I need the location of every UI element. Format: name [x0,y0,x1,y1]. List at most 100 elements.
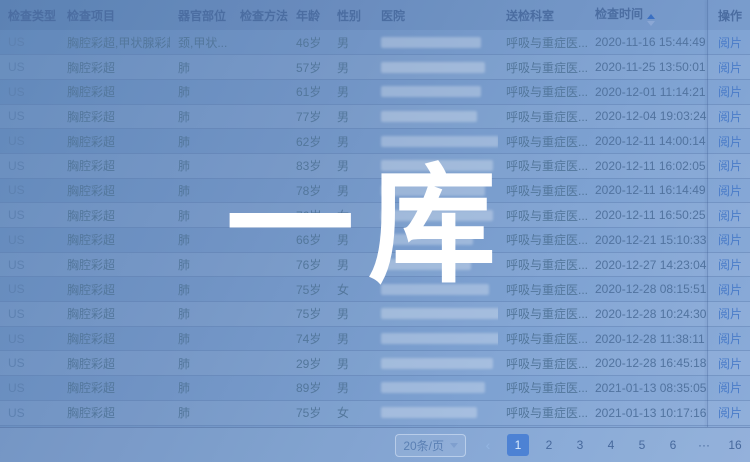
read-film-link[interactable]: 阅片 [718,233,742,247]
cell-hospital [373,153,498,178]
cell-action: 阅片 [710,30,750,55]
cell-hospital [373,129,498,154]
pager-page-1[interactable]: 1 [507,434,529,456]
page-size-select[interactable]: 20条/页 [395,434,466,457]
cell-action: 阅片 [710,55,750,80]
cell-age: 57岁 [288,55,329,80]
cell-dept: 呼吸与重症医... [498,129,587,154]
pager-page-4[interactable]: 4 [600,434,622,456]
cell-time: 2020-12-28 11:38:11 [587,326,710,351]
read-film-link[interactable]: 阅片 [718,110,742,124]
pager-more[interactable]: ··· [693,434,715,456]
cell-gender: 男 [329,351,373,376]
cell-hospital [373,400,498,425]
cell-hospital [373,178,498,203]
cell-type: US [0,129,59,154]
sort-caret-icon[interactable] [647,14,655,26]
cell-method [232,252,288,277]
cell-part: 肺 [170,400,232,425]
cell-age: 62岁 [288,129,329,154]
hospital-redacted-bar [381,333,498,344]
cell-gender: 男 [329,79,373,104]
cell-item: 胸腔彩超 [59,351,170,376]
sort-asc-icon[interactable] [647,14,655,19]
cell-dept: 呼吸与重症医... [498,55,587,80]
cell-method [232,104,288,129]
hospital-redacted-bar [381,210,493,221]
cell-method [232,376,288,401]
hospital-redacted-bar [381,234,473,245]
column-label: 送检科室 [506,9,554,23]
pager-page-2[interactable]: 2 [538,434,560,456]
column-label: 医院 [381,9,405,23]
table-row: US胸腔彩超肺76岁女呼吸与重症医...2020-12-11 16:50:25阅… [0,203,750,228]
hospital-redacted-bar [381,284,489,295]
cell-dept: 呼吸与重症医... [498,153,587,178]
read-film-link[interactable]: 阅片 [718,381,742,395]
column-label: 年龄 [296,9,320,23]
read-film-link[interactable]: 阅片 [718,209,742,223]
cell-type: US [0,153,59,178]
cell-method [232,400,288,425]
cell-gender: 男 [329,252,373,277]
read-film-link[interactable]: 阅片 [718,184,742,198]
column-header-hospital: 医院 [373,0,498,30]
read-film-link[interactable]: 阅片 [718,61,742,75]
cell-gender: 男 [329,178,373,203]
read-film-link[interactable]: 阅片 [718,85,742,99]
pager-page-5[interactable]: 5 [631,434,653,456]
cell-hospital [373,376,498,401]
cell-type: US [0,79,59,104]
cell-action: 阅片 [710,351,750,376]
read-film-link[interactable]: 阅片 [718,159,742,173]
cell-time: 2020-12-01 11:14:21 [587,79,710,104]
column-header-method: 检查方法 [232,0,288,30]
cell-action: 阅片 [710,326,750,351]
read-film-link[interactable]: 阅片 [718,357,742,371]
read-film-link[interactable]: 阅片 [718,36,742,50]
read-film-link[interactable]: 阅片 [718,332,742,346]
cell-type: US [0,400,59,425]
column-header-type: 检查类型 [0,0,59,30]
cell-part: 肺 [170,326,232,351]
hospital-redacted-bar [381,160,493,171]
cell-item: 胸腔彩超 [59,178,170,203]
cell-action: 阅片 [710,400,750,425]
column-label: 检查项目 [67,9,115,23]
pager-page-16[interactable]: 16 [724,434,746,456]
cell-dept: 呼吸与重症医... [498,351,587,376]
column-header-time[interactable]: 检查时间 [587,0,710,30]
cell-part: 肺 [170,129,232,154]
cell-dept: 呼吸与重症医... [498,277,587,302]
read-film-link[interactable]: 阅片 [718,135,742,149]
cell-dept: 呼吸与重症医... [498,79,587,104]
pager-page-6[interactable]: 6 [662,434,684,456]
cell-method [232,129,288,154]
cell-gender: 男 [329,30,373,55]
read-film-link[interactable]: 阅片 [718,258,742,272]
read-film-link[interactable]: 阅片 [718,283,742,297]
cell-method [232,178,288,203]
cell-type: US [0,178,59,203]
column-label: 检查方法 [240,9,288,23]
cell-gender: 男 [329,228,373,253]
cell-age: 61岁 [288,79,329,104]
cell-action: 阅片 [710,104,750,129]
table-row: US胸腔彩超肺74岁男呼吸与重症医...2020-12-28 11:38:11阅… [0,326,750,351]
cell-part: 肺 [170,178,232,203]
cell-method [232,228,288,253]
prev-page-button[interactable]: ‹ [478,437,498,453]
cell-dept: 呼吸与重症医... [498,252,587,277]
cell-hospital [373,55,498,80]
cell-hospital [373,79,498,104]
cell-type: US [0,104,59,129]
chevron-down-icon [450,443,458,448]
cell-hospital [373,351,498,376]
read-film-link[interactable]: 阅片 [718,307,742,321]
column-header-gender: 性别 [329,0,373,30]
read-film-link[interactable]: 阅片 [718,406,742,420]
pager-page-3[interactable]: 3 [569,434,591,456]
sort-desc-icon[interactable] [647,21,655,26]
cell-age: 89岁 [288,376,329,401]
cell-method [232,55,288,80]
